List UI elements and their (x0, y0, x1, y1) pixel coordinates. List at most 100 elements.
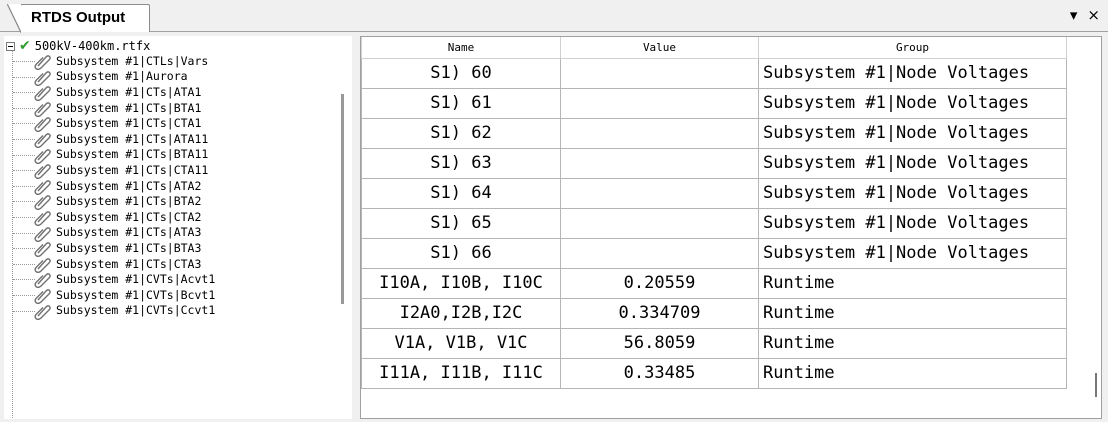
tree-item-label: Subsystem #1|CVTs|Bcvt1 (56, 287, 216, 302)
tree-root-label: 500kV-400km.rtfx (34, 39, 151, 53)
cell-value[interactable] (560, 207, 759, 239)
tree-item[interactable]: Subsystem #1|CTs|CTA2 (4, 209, 215, 226)
tree-item[interactable]: Subsystem #1|CTs|ATA1 (4, 84, 215, 102)
tree-item-label: Subsystem #1|CTs|ATA1 (56, 84, 202, 99)
cell-value[interactable] (560, 147, 759, 179)
cell-group[interactable]: Subsystem #1|Node Voltages (758, 87, 1067, 119)
tree-item[interactable]: Subsystem #1|CTs|BTA2 (4, 193, 215, 211)
cell-group[interactable]: Subsystem #1|Node Voltages (758, 117, 1067, 149)
tree-item-label: Subsystem #1|CTs|BTA1 (56, 100, 202, 115)
cell-value[interactable] (560, 57, 759, 89)
cell-name[interactable]: I2A0,I2B,I2C (361, 297, 561, 329)
cell-name[interactable]: S1) 60 (361, 57, 561, 89)
cell-group[interactable]: Subsystem #1|Node Voltages (758, 207, 1067, 239)
cell-group[interactable]: Subsystem #1|Node Voltages (758, 147, 1067, 179)
table-row[interactable]: S1) 63 Subsystem #1|Node Voltages (361, 147, 1067, 179)
cell-group[interactable]: Runtime (758, 327, 1067, 359)
cell-value[interactable] (560, 117, 759, 149)
cell-name[interactable]: S1) 66 (361, 237, 561, 269)
cell-value[interactable]: 0.20559 (560, 267, 759, 299)
cell-group[interactable]: Runtime (758, 267, 1067, 299)
tree-item[interactable]: Subsystem #1|CTLs|Vars (4, 53, 215, 70)
file-tree[interactable]: ✔ 500kV-400km.rtfx Subsystem #1|CTLs|Var… (4, 36, 352, 419)
tree-item-label: Subsystem #1|Aurora (56, 69, 188, 84)
table-header-row: Name Value Group (361, 37, 1067, 59)
close-icon[interactable]: × (1087, 6, 1100, 24)
tree-item[interactable]: Subsystem #1|CTs|CTA1 (4, 115, 215, 133)
cell-name[interactable]: S1) 65 (361, 207, 561, 239)
tree-item[interactable]: Subsystem #1|CVTs|Bcvt1 (4, 287, 216, 304)
tree-item-label: Subsystem #1|CTs|CTA11 (56, 162, 209, 177)
dropdown-icon[interactable]: ▾ (1070, 6, 1078, 24)
tree-item-label: Subsystem #1|CTs|ATA3 (56, 225, 202, 240)
table-row[interactable]: S1) 61 Subsystem #1|Node Voltages (361, 87, 1067, 119)
cell-name[interactable]: I11A, I11B, I11C (361, 357, 561, 389)
tree-items: Subsystem #1|CTLs|Vars Subsystem #1|Auror… (4, 53, 216, 320)
cell-name[interactable]: I10A, I10B, I10C (361, 267, 561, 299)
cell-name[interactable]: S1) 63 (361, 147, 561, 179)
column-header-value[interactable]: Value (560, 37, 759, 59)
cell-group[interactable]: Subsystem #1|Node Voltages (758, 57, 1067, 89)
tree-item[interactable]: Subsystem #1|CVTs|Acvt1 (4, 271, 216, 289)
table-row[interactable]: V1A, V1B, V1C 56.8059 Runtime (361, 327, 1067, 359)
cell-value[interactable]: 0.33485 (560, 357, 759, 389)
table-row[interactable]: I11A, I11B, I11C 0.33485 Runtime (361, 357, 1067, 389)
cell-value[interactable] (560, 237, 759, 269)
cell-name[interactable]: S1) 62 (361, 117, 561, 149)
tab-label: RTDS Output (31, 9, 126, 26)
cell-group[interactable]: Subsystem #1|Node Voltages (758, 237, 1067, 269)
tree-item-label: Subsystem #1|CTs|CTA3 (56, 256, 202, 271)
tree-item-label: Subsystem #1|CTs|CTA2 (56, 209, 202, 224)
table-row[interactable]: S1) 64 Subsystem #1|Node Voltages (361, 177, 1067, 209)
grid-scrollbar[interactable] (1095, 373, 1097, 397)
tree-scrollbar[interactable] (341, 94, 344, 304)
cell-value[interactable]: 56.8059 (560, 327, 759, 359)
tree-item-label: Subsystem #1|CTLs|Vars (56, 53, 209, 68)
tree-item-label: Subsystem #1|CVTs|Ccvt1 (56, 303, 216, 318)
tree-item[interactable]: Subsystem #1|Aurora (4, 69, 215, 86)
collapse-icon[interactable] (6, 41, 15, 51)
column-header-group[interactable]: Group (758, 37, 1067, 59)
tree-item[interactable]: Subsystem #1|CTs|BTA11 (4, 147, 215, 164)
paperclip-icon (34, 304, 51, 320)
tree-item[interactable]: Subsystem #1|CTs|ATA2 (4, 178, 215, 195)
tree-item-label: Subsystem #1|CTs|BTA2 (56, 194, 202, 209)
cell-group[interactable]: Subsystem #1|Node Voltages (758, 177, 1067, 209)
table-body: S1) 60 Subsystem #1|Node Voltages S1) 61 Su… (361, 57, 1067, 389)
table-row[interactable]: S1) 62 Subsystem #1|Node Voltages (361, 117, 1067, 149)
tree-item[interactable]: Subsystem #1|CTs|BTA3 (4, 240, 215, 258)
table-row[interactable]: I10A, I10B, I10C 0.20559 Runtime (361, 267, 1067, 299)
tree-item[interactable]: Subsystem #1|CTs|BTA1 (4, 100, 215, 117)
cell-value[interactable]: 0.334709 (560, 297, 759, 329)
tab-rtds-output[interactable]: RTDS Output (7, 4, 150, 33)
cell-value[interactable] (560, 87, 759, 119)
output-table: Name Value Group S1) 60 Subsystem #1|Node… (361, 37, 1067, 389)
tree-item-label: Subsystem #1|CTs|CTA1 (56, 116, 202, 131)
tree-item-label: Subsystem #1|CVTs|Acvt1 (56, 272, 216, 287)
table-row[interactable]: S1) 60 Subsystem #1|Node Voltages (361, 57, 1067, 89)
output-panel-titlebar: RTDS Output ▾ × (0, 0, 1108, 33)
tree-root[interactable]: ✔ 500kV-400km.rtfx (6, 38, 150, 54)
table-row[interactable]: S1) 65 Subsystem #1|Node Voltages (361, 207, 1067, 239)
tree-item-label: Subsystem #1|CTs|ATA2 (56, 178, 202, 193)
cell-group[interactable]: Runtime (758, 297, 1067, 329)
cell-name[interactable]: S1) 61 (361, 87, 561, 119)
cell-name[interactable]: S1) 64 (361, 177, 561, 209)
tree-item[interactable]: Subsystem #1|CTs|CTA3 (4, 256, 215, 273)
output-grid: Name Value Group S1) 60 Subsystem #1|Node… (360, 36, 1102, 419)
tree-item-label: Subsystem #1|CTs|BTA3 (56, 240, 202, 255)
table-row[interactable]: I2A0,I2B,I2C 0.334709 Runtime (361, 297, 1067, 329)
tree-item[interactable]: Subsystem #1|CVTs|Ccvt1 (4, 303, 216, 320)
tree-item-label: Subsystem #1|CTs|ATA11 (56, 131, 209, 146)
pane-splitter[interactable] (352, 32, 358, 422)
checkmark-icon: ✔ (19, 38, 31, 54)
column-header-name[interactable]: Name (361, 37, 561, 59)
panel-controls: ▾ × (1070, 6, 1100, 24)
cell-value[interactable] (560, 177, 759, 209)
tree-item[interactable]: Subsystem #1|CTs|ATA3 (4, 225, 215, 242)
table-row[interactable]: S1) 66 Subsystem #1|Node Voltages (361, 237, 1067, 269)
tree-item[interactable]: Subsystem #1|CTs|CTA11 (4, 162, 215, 180)
cell-group[interactable]: Runtime (758, 357, 1067, 389)
tree-item[interactable]: Subsystem #1|CTs|ATA11 (4, 131, 215, 148)
cell-name[interactable]: V1A, V1B, V1C (361, 327, 561, 359)
